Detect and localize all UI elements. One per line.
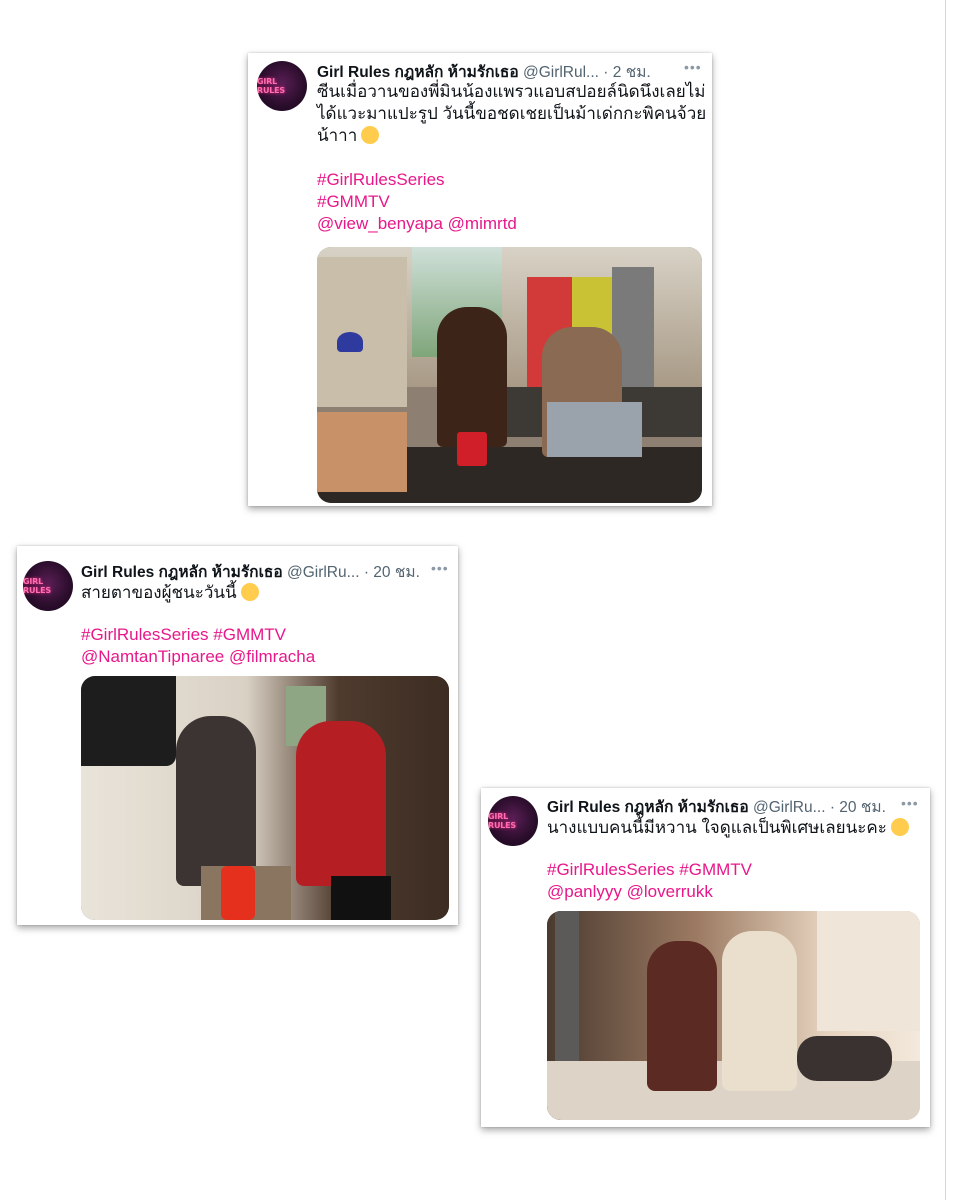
handle[interactable]: @GirlRu... [753, 799, 826, 816]
avatar[interactable]: GIRL RULES [257, 61, 307, 111]
tweet-header: Girl Rules กฎหลัก ห้ามรักเธอ @GirlRu... … [547, 794, 886, 819]
tweet-body: สายตาของผู้ชนะวันนี้ #GirlRulesSeries #G… [81, 582, 451, 668]
tweet-card[interactable]: GIRL RULES Girl Rules กฎหลัก ห้ามรักเธอ … [17, 546, 458, 925]
hashtag-link[interactable]: #GirlRulesSeries #GMMTV [81, 624, 451, 646]
tweet-card[interactable]: GIRL RULES Girl Rules กฎหลัก ห้ามรักเธอ … [248, 53, 712, 506]
avatar[interactable]: GIRL RULES [23, 561, 73, 611]
timestamp[interactable]: · 2 ชม. [603, 64, 650, 81]
tweet-body: นางแบบคนนี้มีหวาน ใจดูแลเป็นพิเศษเลยนะคะ… [547, 817, 922, 903]
tweet-body: ซีนเมื่อวานของพี่มินน้องแพรวแอบสปอยล์นิด… [317, 81, 707, 235]
handle[interactable]: @GirlRu... [287, 564, 360, 581]
page-edge-divider [945, 0, 946, 1200]
avatar-logo-text: GIRL RULES [488, 812, 516, 830]
tweet-text-line: นางแบบคนนี้มีหวาน ใจดูแลเป็นพิเศษเลยนะคะ [547, 817, 922, 839]
tweet-header: Girl Rules กฎหลัก ห้ามรักเธอ @GirlRu... … [81, 559, 420, 584]
tweet-photo[interactable] [547, 911, 920, 1120]
smirking-face-emoji [240, 583, 259, 601]
display-name[interactable]: Girl Rules กฎหลัก ห้ามรักเธอ [547, 799, 749, 816]
tweet-text-line: น้าาา [317, 125, 707, 147]
tweet-text-line: ได้แวะมาแปะรูป วันนี้ขอชดเชยเป็นม้าเด่กก… [317, 104, 707, 123]
timestamp[interactable]: · 20 ชม. [364, 564, 420, 581]
more-options-icon[interactable]: ••• [901, 795, 919, 811]
avatar-logo-text: GIRL RULES [257, 77, 285, 95]
hashtag-link[interactable]: #GirlRulesSeries #GMMTV [547, 859, 922, 881]
tweet-text-line: สายตาของผู้ชนะวันนี้ [81, 582, 451, 604]
grinning-face-emoji [890, 818, 909, 836]
kissing-face-emoji [361, 126, 380, 144]
display-name[interactable]: Girl Rules กฎหลัก ห้ามรักเธอ [81, 564, 283, 581]
more-options-icon[interactable]: ••• [431, 560, 449, 576]
more-options-icon[interactable]: ••• [684, 59, 702, 75]
tweet-card[interactable]: GIRL RULES Girl Rules กฎหลัก ห้ามรักเธอ … [481, 788, 930, 1127]
display-name[interactable]: Girl Rules กฎหลัก ห้ามรักเธอ [317, 64, 519, 81]
avatar[interactable]: GIRL RULES [488, 796, 538, 846]
avatar-logo-text: GIRL RULES [23, 577, 51, 595]
tweet-text-line: ซีนเมื่อวานของพี่มินน้องแพรวแอบสปอยล์นิด… [317, 82, 706, 101]
hashtag-link[interactable]: #GMMTV [317, 191, 707, 213]
mention-links[interactable]: @panlyyy @loverrukk [547, 881, 922, 903]
mention-links[interactable]: @NamtanTipnaree @filmracha [81, 646, 451, 668]
mention-links[interactable]: @view_benyapa @mimrtd [317, 213, 707, 235]
timestamp[interactable]: · 20 ชม. [830, 799, 886, 816]
hashtag-link[interactable]: #GirlRulesSeries [317, 169, 707, 191]
handle[interactable]: @GirlRul... [523, 64, 599, 81]
tweet-photo[interactable] [317, 247, 702, 503]
tweet-photo[interactable] [81, 676, 449, 920]
